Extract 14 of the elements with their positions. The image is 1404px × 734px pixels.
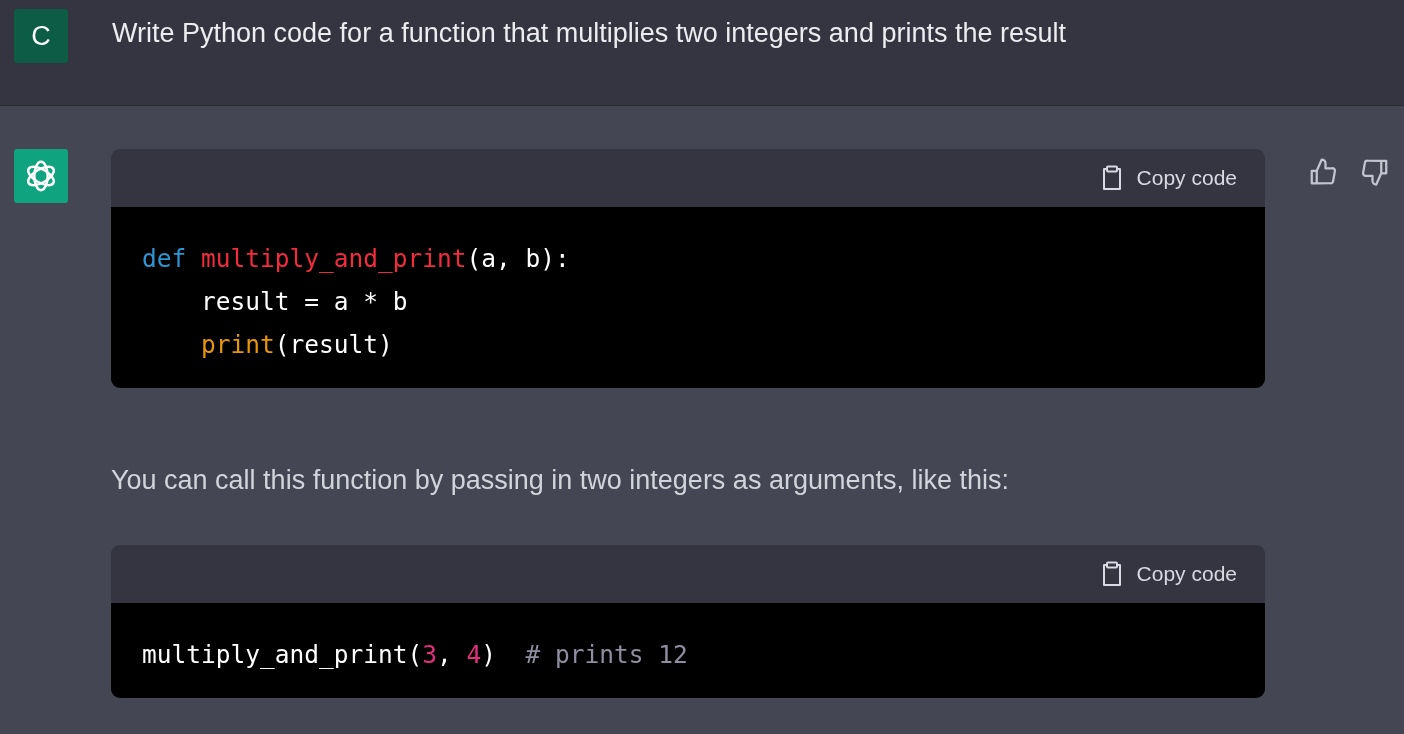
code-line: print(result) [200,329,394,361]
clipboard-icon [1100,165,1123,191]
user-message: Write Python code for a function that multiplies two integers and prints the result [112,17,1066,50]
user-avatar: C [14,9,68,63]
answer-text: You can call this function by passing in two integers as arguments, like this: [111,464,1010,497]
copy-code-button[interactable]: Copy code [1100,557,1237,590]
thumbs-down-icon[interactable] [1360,157,1390,187]
code-line: result = a * b [200,286,409,318]
assistant-logo-icon [14,149,68,203]
code-line: multiply_and_print(3, 4) # prints 12 [142,638,689,671]
clipboard-icon [1100,560,1123,587]
code-line: def multiply_and_print(a, b): [142,243,571,275]
thumbs-up-icon[interactable] [1308,157,1338,187]
copy-code-button[interactable]: Copy code [1100,162,1237,194]
